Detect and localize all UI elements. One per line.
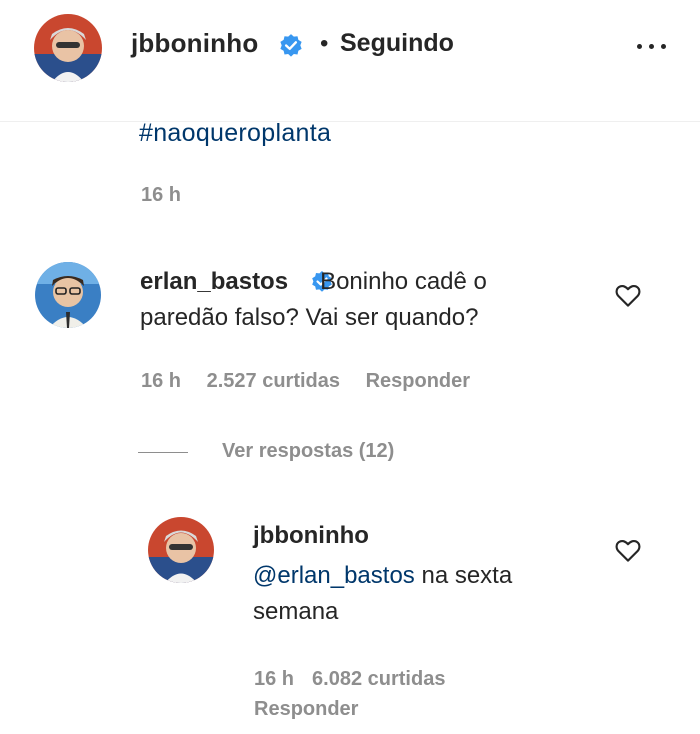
reply-likes[interactable]: 6.082 curtidas (312, 668, 445, 690)
verified-badge-icon (278, 33, 304, 64)
reply-username[interactable]: jbboninho (253, 522, 369, 550)
comment-time[interactable]: 16 h (141, 370, 181, 392)
header-username[interactable]: jbboninho (131, 28, 258, 59)
post-header: jbboninho • Seguindo (0, 0, 700, 122)
caption-hashtag[interactable]: #naoqueroplanta (139, 119, 331, 148)
caption-time[interactable]: 16 h (141, 184, 181, 207)
heart-icon[interactable] (613, 280, 643, 315)
comment-likes[interactable]: 2.527 curtidas (207, 370, 340, 392)
replies-divider (138, 452, 188, 453)
comment-username[interactable]: erlan_bastos (140, 268, 288, 295)
avatar[interactable] (35, 262, 101, 328)
mention-link[interactable]: @erlan_bastos (253, 562, 415, 589)
reply-time[interactable]: 16 h (254, 668, 294, 690)
reply-body: @erlan_bastos na sexta semana (253, 558, 593, 630)
heart-icon[interactable] (613, 535, 643, 570)
view-replies-button[interactable]: Ver respostas (12) (222, 440, 394, 463)
reply-button[interactable]: Responder (366, 370, 470, 392)
avatar[interactable] (34, 14, 102, 82)
reply-meta: 16 h 6.082 curtidas Responder (254, 664, 554, 724)
avatar[interactable] (148, 517, 214, 583)
comment-body: erlan_bastos Boninho cadê o paredão falso… (140, 264, 580, 336)
separator-dot: • (320, 30, 329, 57)
following-button[interactable]: Seguindo (340, 29, 454, 58)
more-options-icon[interactable] (634, 37, 670, 57)
comment-meta: 16 h 2.527 curtidas Responder (141, 370, 490, 393)
reply-button[interactable]: Responder (254, 698, 358, 720)
